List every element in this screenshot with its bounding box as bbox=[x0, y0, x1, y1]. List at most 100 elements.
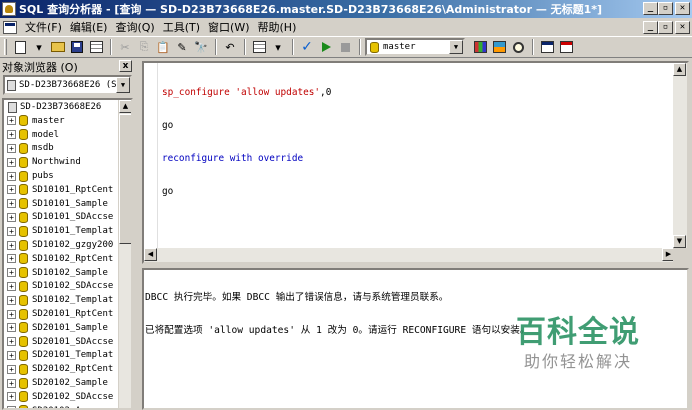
save-button[interactable] bbox=[68, 38, 86, 56]
clear-window-button[interactable]: ✎ bbox=[173, 38, 191, 56]
tree-item-database[interactable]: + SD20102_RptCent bbox=[4, 362, 131, 376]
cut-button[interactable]: ✂ bbox=[116, 38, 134, 56]
tree-item-database[interactable]: + SD10102_gzgy200 bbox=[4, 238, 131, 252]
tree-item-database[interactable]: + SD10102_Templat bbox=[4, 293, 131, 307]
editor-vertical-scrollbar[interactable]: ▲ ▼ bbox=[673, 63, 687, 248]
child-restore-button[interactable]: ▫ bbox=[658, 21, 673, 34]
query-editor[interactable]: sp_configure 'allow updates',0 go reconf… bbox=[142, 61, 689, 264]
expand-icon[interactable]: + bbox=[7, 378, 16, 388]
object-browser-close-button[interactable]: x bbox=[119, 60, 132, 72]
show-execution-plan-button[interactable] bbox=[471, 38, 489, 56]
scroll-down-button[interactable]: ▼ bbox=[673, 235, 686, 248]
tree-item-database[interactable]: + SD10102_RptCent bbox=[4, 252, 131, 266]
expand-icon[interactable]: + bbox=[7, 309, 16, 319]
scroll-up-button[interactable]: ▲ bbox=[673, 63, 686, 76]
object-search-button[interactable] bbox=[509, 38, 527, 56]
tree-item-database[interactable]: + pubs bbox=[4, 169, 131, 183]
chevron-down-icon[interactable]: ▼ bbox=[116, 77, 130, 93]
show-results-pane-button[interactable] bbox=[557, 38, 575, 56]
expand-icon[interactable]: + bbox=[7, 281, 16, 291]
server-icon bbox=[7, 79, 16, 91]
tree-item-database[interactable]: + SD10102_Sample bbox=[4, 266, 131, 280]
execute-query-button[interactable] bbox=[317, 38, 335, 56]
expand-icon[interactable]: + bbox=[7, 337, 16, 347]
minimize-button[interactable]: _ bbox=[643, 2, 658, 15]
cancel-query-button[interactable] bbox=[336, 38, 354, 56]
menu-edit[interactable]: 编辑(E) bbox=[66, 19, 112, 35]
message-line: 已将配置选项 'allow updates' 从 1 改为 0。请运行 RECO… bbox=[145, 325, 530, 336]
expand-icon[interactable]: + bbox=[7, 212, 16, 222]
menu-help[interactable]: 帮助(H) bbox=[254, 19, 301, 35]
editor-horizontal-scrollbar[interactable]: ◀ ▶ bbox=[144, 248, 675, 262]
expand-icon[interactable]: + bbox=[7, 364, 16, 374]
copy-button[interactable]: ⎘ bbox=[135, 38, 153, 56]
object-tree[interactable]: SD-D23B73668E26 + master + model + msdb + North… bbox=[2, 98, 133, 410]
child-minimize-button[interactable]: _ bbox=[643, 21, 658, 34]
menu-file[interactable]: 文件(F) bbox=[21, 19, 66, 35]
expand-icon[interactable]: + bbox=[7, 254, 16, 264]
expand-icon[interactable]: + bbox=[7, 171, 16, 181]
tree-item-database[interactable]: + model bbox=[4, 128, 131, 142]
expand-icon[interactable]: + bbox=[7, 406, 16, 408]
expand-icon[interactable]: + bbox=[7, 185, 16, 195]
object-browser-toggle-button[interactable] bbox=[490, 38, 508, 56]
restore-button[interactable]: ▫ bbox=[658, 2, 673, 15]
expand-icon[interactable]: + bbox=[7, 323, 16, 333]
expand-icon[interactable]: + bbox=[7, 157, 16, 167]
expand-icon[interactable]: + bbox=[7, 116, 16, 126]
tree-item-database[interactable]: + SD20101_SDAccse bbox=[4, 335, 131, 349]
expand-icon[interactable]: + bbox=[7, 295, 16, 305]
tree-item-database[interactable]: + SD10102_SDAccse bbox=[4, 280, 131, 294]
tree-item-database[interactable]: + Northwind bbox=[4, 155, 131, 169]
find-button[interactable]: 🔭 bbox=[192, 38, 210, 56]
expand-icon[interactable]: + bbox=[7, 226, 16, 236]
parse-query-button[interactable]: ✓ bbox=[298, 38, 316, 56]
current-connection-properties-button[interactable] bbox=[538, 38, 556, 56]
tree-item-database[interactable]: + SD20102_SDAccse bbox=[4, 390, 131, 404]
close-button[interactable]: ✕ bbox=[675, 2, 690, 15]
tree-root-server[interactable]: SD-D23B73668E26 bbox=[4, 100, 131, 114]
tree-item-database[interactable]: + SD10101_Sample bbox=[4, 197, 131, 211]
expand-icon[interactable]: + bbox=[7, 199, 16, 209]
tree-item-database[interactable]: + SD10101_Templat bbox=[4, 224, 131, 238]
execution-plan-icon bbox=[473, 41, 487, 53]
menu-tools[interactable]: 工具(T) bbox=[159, 19, 204, 35]
insert-template-button[interactable] bbox=[87, 38, 105, 56]
document-icon[interactable] bbox=[3, 20, 17, 34]
results-mode-button[interactable] bbox=[250, 38, 268, 56]
expand-icon[interactable]: + bbox=[7, 268, 16, 278]
open-button[interactable] bbox=[49, 38, 67, 56]
expand-icon[interactable]: + bbox=[7, 143, 16, 153]
tree-item-database[interactable]: + msdb bbox=[4, 142, 131, 156]
expand-icon[interactable]: + bbox=[7, 392, 16, 402]
scroll-left-button[interactable]: ◀ bbox=[144, 248, 157, 261]
tree-scrollbar[interactable]: ▲ bbox=[118, 100, 131, 408]
toolbar-grip[interactable] bbox=[4, 39, 7, 55]
chevron-down-icon[interactable]: ▼ bbox=[449, 40, 463, 54]
tree-item-database[interactable]: + master bbox=[4, 114, 131, 128]
scroll-thumb[interactable] bbox=[119, 114, 131, 244]
undo-button[interactable]: ↶ bbox=[221, 38, 239, 56]
menu-window[interactable]: 窗口(W) bbox=[204, 19, 253, 35]
tree-item-database[interactable]: + SD10101_SDAccse bbox=[4, 211, 131, 225]
new-query-button[interactable] bbox=[11, 38, 29, 56]
menu-query[interactable]: 查询(Q) bbox=[111, 19, 158, 35]
app-icon[interactable] bbox=[2, 2, 16, 16]
new-query-dropdown[interactable]: ▾ bbox=[30, 38, 48, 56]
tree-item-database[interactable]: + SD20101_RptCent bbox=[4, 307, 131, 321]
paste-button[interactable]: 📋 bbox=[154, 38, 172, 56]
scroll-up-button[interactable]: ▲ bbox=[119, 100, 131, 113]
expand-icon[interactable]: + bbox=[7, 130, 16, 140]
tree-item-database[interactable]: + SD20101_Templat bbox=[4, 349, 131, 363]
results-mode-dropdown[interactable]: ▾ bbox=[269, 38, 287, 56]
query-text[interactable]: sp_configure 'allow updates',0 go reconf… bbox=[162, 65, 331, 219]
expand-icon[interactable]: + bbox=[7, 240, 16, 250]
tree-item-database[interactable]: + SD20101_Sample bbox=[4, 321, 131, 335]
tree-item-database[interactable]: + SD20102_Accs bbox=[4, 404, 131, 408]
server-select[interactable]: SD-D23B73668E26 (SD- ▼ bbox=[3, 75, 132, 95]
tree-item-database[interactable]: + SD10101_RptCent bbox=[4, 183, 131, 197]
child-close-button[interactable]: ✕ bbox=[675, 21, 690, 34]
expand-icon[interactable]: + bbox=[7, 350, 16, 360]
database-select[interactable]: master ▼ bbox=[365, 38, 465, 56]
tree-item-database[interactable]: + SD20102_Sample bbox=[4, 376, 131, 390]
